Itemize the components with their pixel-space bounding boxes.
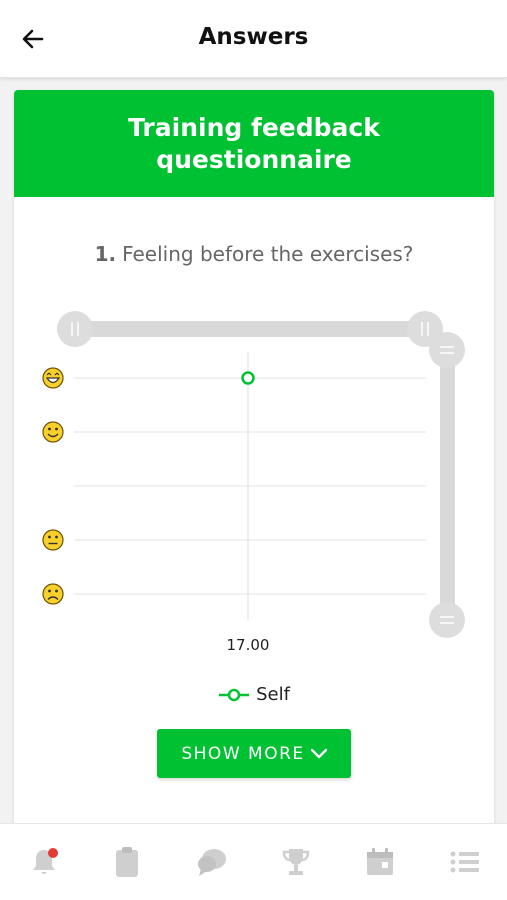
data-point-self[interactable] xyxy=(241,371,255,385)
legend-label-self: Self xyxy=(256,684,290,705)
x-tick-label: 17.00 xyxy=(227,636,270,654)
nav-menu[interactable] xyxy=(445,842,485,882)
nav-achievements[interactable] xyxy=(276,842,316,882)
bottom-nav xyxy=(0,823,507,900)
questionnaire-card: Training feedback questionnaire 1. Feelin… xyxy=(14,90,494,830)
y-range-slider-track[interactable] xyxy=(440,350,455,620)
nav-calendar[interactable] xyxy=(360,842,400,882)
show-more-button[interactable]: SHOW MORE xyxy=(157,729,351,778)
smiling-face-icon xyxy=(42,421,64,443)
nav-notifications[interactable] xyxy=(24,842,64,882)
trophy-icon xyxy=(282,849,310,875)
list-icon xyxy=(450,851,479,873)
chevron-down-icon xyxy=(310,748,327,758)
x-range-slider-left-handle[interactable] xyxy=(57,311,93,347)
nav-questionnaires[interactable] xyxy=(107,842,147,882)
clipboard-icon xyxy=(116,847,138,877)
show-more-label: SHOW MORE xyxy=(181,743,305,764)
y-range-slider-top-handle[interactable] xyxy=(429,332,465,368)
top-bar: Answers xyxy=(0,0,507,78)
page-title: Answers xyxy=(198,24,309,50)
neutral-face-icon xyxy=(42,529,64,551)
frowning-face-icon xyxy=(42,583,64,605)
notification-badge xyxy=(48,848,58,858)
chat-icon xyxy=(198,849,226,876)
grinning-face-icon xyxy=(42,367,64,389)
calendar-icon xyxy=(367,848,393,875)
y-range-slider-bottom-handle[interactable] xyxy=(429,602,465,638)
nav-messages[interactable] xyxy=(192,842,232,882)
x-range-slider-track[interactable] xyxy=(75,321,425,337)
chart-legend: Self xyxy=(14,684,494,705)
answer-chart: 17.00 xyxy=(42,311,465,654)
legend-series-marker xyxy=(219,688,250,701)
